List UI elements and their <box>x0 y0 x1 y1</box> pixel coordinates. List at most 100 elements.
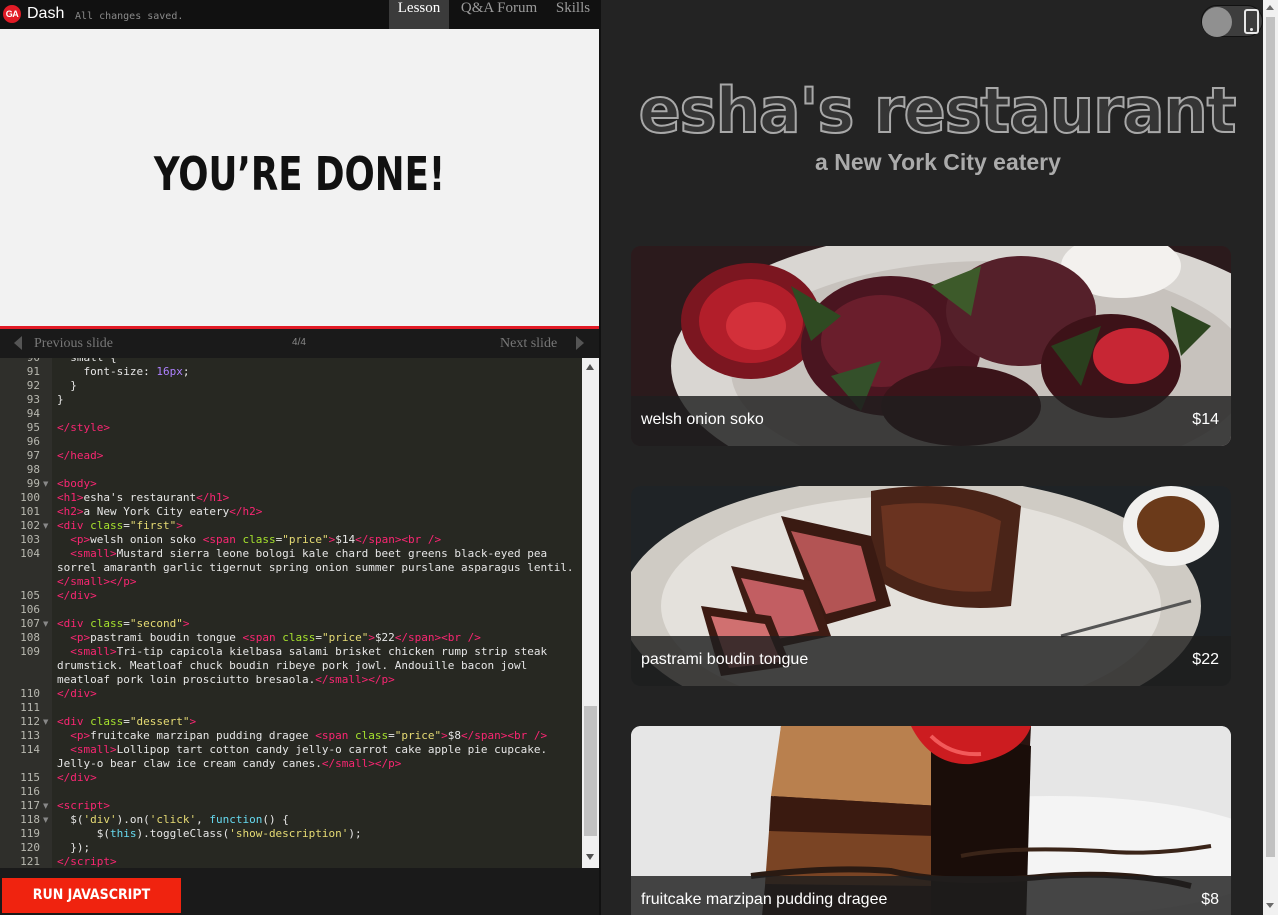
line-number: 92 <box>26 379 40 392</box>
code-line[interactable]: 94 <box>0 407 582 421</box>
line-number: 107 <box>20 617 40 630</box>
code-line[interactable]: 119 $(this).toggleClass('show-descriptio… <box>0 827 582 841</box>
tab-skills[interactable]: Skills <box>548 0 598 29</box>
fold-toggle-icon[interactable]: ▼ <box>43 477 48 491</box>
code-text: </div> <box>57 771 97 784</box>
code-line[interactable]: 111 <box>0 701 582 715</box>
code-text: </style> <box>57 421 110 434</box>
code-line[interactable]: 92 } <box>0 379 582 393</box>
code-line[interactable]: 115 </div> <box>0 771 582 785</box>
code-editor[interactable]: 90 small {91 font-size: 16px;92 }93}9495… <box>0 358 599 868</box>
editor-scrollbar[interactable] <box>582 358 599 868</box>
preview-scrollbar-thumb[interactable] <box>1266 17 1275 857</box>
code-line[interactable]: 91 font-size: 16px; <box>0 365 582 379</box>
line-number: 96 <box>26 435 40 448</box>
tab-qa-forum[interactable]: Q&A Forum <box>452 0 546 29</box>
scroll-down-arrow-icon[interactable] <box>1266 903 1274 908</box>
code-text: <h2>a New York City eatery</h2> <box>57 505 263 518</box>
line-number: 100 <box>20 491 40 504</box>
code-line[interactable]: 108 <p>pastrami boudin tongue <span clas… <box>0 631 582 645</box>
code-text: <div class="second"> <box>57 617 190 630</box>
menu-item-name: pastrami boudin tongue <box>641 651 809 668</box>
toggle-knob[interactable] <box>1202 7 1232 37</box>
code-line[interactable]: 116 <box>0 785 582 799</box>
menu-card-first[interactable]: welsh onion soko $14 <box>631 246 1231 446</box>
next-slide-button[interactable]: Next slide <box>500 336 557 352</box>
code-text: </small></p> <box>57 575 137 588</box>
code-text: sorrel amaranth garlic tigernut spring o… <box>57 561 574 574</box>
code-line[interactable]: 114 <small>Lollipop tart cotton candy je… <box>0 743 582 757</box>
preview-scrollbar[interactable] <box>1263 0 1278 915</box>
code-text: <script> <box>57 799 110 812</box>
chevron-right-icon[interactable] <box>576 336 584 350</box>
fold-toggle-icon[interactable]: ▼ <box>43 799 48 813</box>
previous-slide-button[interactable]: Previous slide <box>34 336 113 352</box>
code-line[interactable]: 109 <small>Tri-tip capicola kielbasa sal… <box>0 645 582 659</box>
code-line[interactable]: meatloaf pork loin prosciutto bresaola.<… <box>0 673 582 687</box>
code-line[interactable]: 107 ▼ <div class="second"> <box>0 617 582 631</box>
code-line[interactable]: 106 <box>0 603 582 617</box>
editor-footer: RUN JAVASCRIPT <box>0 868 599 915</box>
fold-toggle-icon[interactable]: ▼ <box>43 813 48 827</box>
code-line[interactable]: 98 <box>0 463 582 477</box>
run-javascript-button[interactable]: RUN JAVASCRIPT <box>2 878 181 913</box>
line-number: 95 <box>26 421 40 434</box>
code-line[interactable]: 104 <small>Mustard sierra leone bologi k… <box>0 547 582 561</box>
code-line[interactable]: 103 <p>welsh onion soko <span class="pri… <box>0 533 582 547</box>
code-line[interactable]: 112 ▼ <div class="dessert"> <box>0 715 582 729</box>
code-line[interactable]: 120 }); <box>0 841 582 855</box>
code-line[interactable]: sorrel amaranth garlic tigernut spring o… <box>0 561 582 575</box>
code-line[interactable]: Jelly-o bear claw ice cream candy canes.… <box>0 757 582 771</box>
code-line[interactable]: 97 </head> <box>0 449 582 463</box>
code-line[interactable]: 95 </style> <box>0 421 582 435</box>
code-text: <div class="dessert"> <box>57 715 197 728</box>
scroll-up-arrow-icon[interactable] <box>586 364 594 370</box>
scroll-up-arrow-icon[interactable] <box>1266 5 1274 10</box>
code-line[interactable]: 101 <h2>a New York City eatery</h2> <box>0 505 582 519</box>
tab-lesson[interactable]: Lesson <box>389 0 449 29</box>
code-text: </div> <box>57 589 97 602</box>
app-name: Dash <box>27 5 65 22</box>
line-number: 111 <box>20 701 40 714</box>
code-text: font-size: 16px; <box>57 365 190 378</box>
code-line[interactable]: 117 ▼ <script> <box>0 799 582 813</box>
code-line[interactable]: 100 <h1>esha's restaurant</h1> <box>0 491 582 505</box>
scroll-down-arrow-icon[interactable] <box>586 854 594 860</box>
code-line[interactable]: 93} <box>0 393 582 407</box>
code-text: $(this).toggleClass('show-description'); <box>57 827 362 840</box>
fold-toggle-icon[interactable]: ▼ <box>43 617 48 631</box>
code-line[interactable]: 102 ▼ <div class="first"> <box>0 519 582 533</box>
code-line[interactable]: 99 ▼ <body> <box>0 477 582 491</box>
code-line[interactable]: 118 ▼ $('div').on('click', function() { <box>0 813 582 827</box>
line-number: 99 <box>26 477 40 490</box>
save-status: All changes saved. <box>75 11 184 22</box>
menu-item-price: $8 <box>1201 891 1219 908</box>
code-line[interactable]: 105 </div> <box>0 589 582 603</box>
editor-scrollbar-thumb[interactable] <box>584 706 597 836</box>
ga-logo-icon[interactable]: GA <box>3 5 21 23</box>
code-text: }); <box>57 841 91 854</box>
code-line[interactable]: 121 </script> <box>0 855 582 868</box>
menu-card-second[interactable]: pastrami boudin tongue $22 <box>631 486 1231 686</box>
line-number: 108 <box>20 631 40 644</box>
menu-card-caption: welsh onion soko $14 <box>631 396 1231 446</box>
code-line[interactable]: 110 </div> <box>0 687 582 701</box>
chevron-left-icon[interactable] <box>14 336 22 350</box>
menu-item-price: $22 <box>1192 651 1219 668</box>
code-line[interactable]: 90 small { <box>0 358 582 365</box>
code-line[interactable]: </small></p> <box>0 575 582 589</box>
code-line[interactable]: drumstick. Meatloaf chuck boudin ribeye … <box>0 659 582 673</box>
fold-toggle-icon[interactable]: ▼ <box>43 519 48 533</box>
menu-card-dessert[interactable]: fruitcake marzipan pudding dragee $8 <box>631 726 1231 915</box>
code-text: <p>welsh onion soko <span class="price">… <box>70 533 442 546</box>
line-number: 105 <box>20 589 40 602</box>
device-toggle[interactable] <box>1201 5 1263 37</box>
phone-icon[interactable] <box>1244 9 1259 34</box>
code-line[interactable]: 96 <box>0 435 582 449</box>
line-number: 121 <box>20 855 40 868</box>
fold-toggle-icon[interactable]: ▼ <box>43 715 48 729</box>
line-number: 103 <box>20 533 40 546</box>
code-line[interactable]: 113 <p>fruitcake marzipan pudding dragee… <box>0 729 582 743</box>
line-number: 91 <box>26 365 40 378</box>
preview-pane: esha's restaurant a New York City eatery… <box>601 0 1263 915</box>
